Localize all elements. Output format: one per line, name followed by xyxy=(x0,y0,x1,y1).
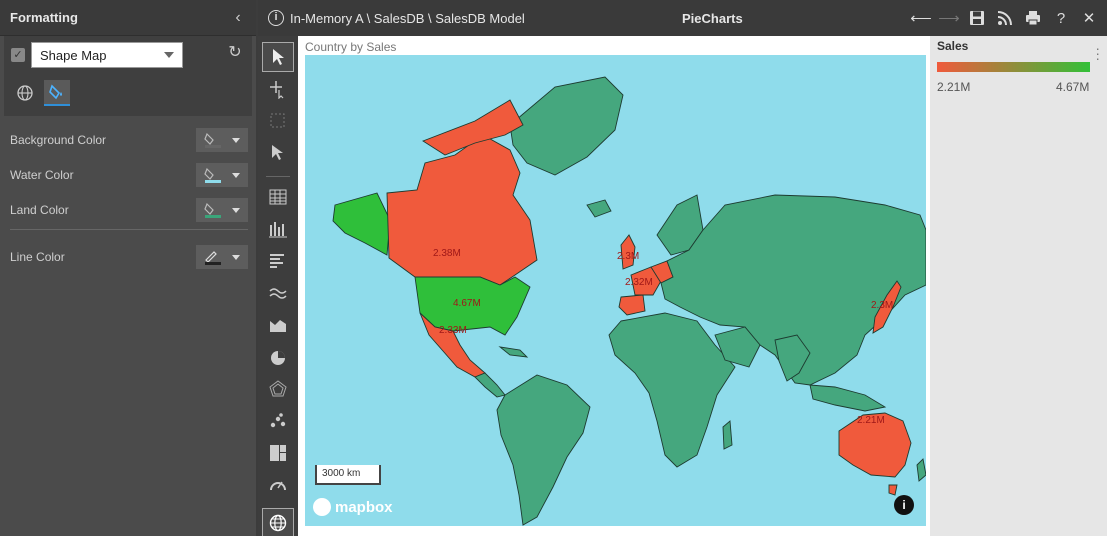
print-icon[interactable] xyxy=(1023,8,1043,28)
scale-bar: 3000 km xyxy=(315,465,381,485)
formatting-panel: Formatting ‹ ✓ Shape Map ↻ Background Co… xyxy=(0,0,256,536)
line-color-label: Line Color xyxy=(10,250,65,264)
background-color-picker[interactable] xyxy=(196,128,248,152)
map-label-usa: 4.67M xyxy=(453,298,481,309)
chevron-down-icon xyxy=(164,52,174,58)
chevron-down-icon xyxy=(232,207,240,213)
save-icon[interactable] xyxy=(967,8,987,28)
tab-paint-icon[interactable] xyxy=(44,80,70,106)
mapbox-icon xyxy=(313,498,331,516)
land-color-picker[interactable] xyxy=(196,198,248,222)
close-icon[interactable]: ✕ xyxy=(1079,8,1099,28)
area-chart-icon[interactable] xyxy=(262,310,294,340)
enable-checkbox[interactable]: ✓ xyxy=(11,48,25,62)
mapbox-logo: mapbox xyxy=(313,498,393,516)
chart-type-select[interactable]: Shape Map xyxy=(31,42,183,68)
south-america-shape xyxy=(496,374,591,526)
lasso-select-icon[interactable] xyxy=(262,106,294,136)
chart-type-area: ✓ Shape Map ↻ xyxy=(4,36,252,116)
divider xyxy=(266,176,290,177)
collapse-chevron-icon[interactable]: ‹ xyxy=(230,9,246,27)
spain-shape xyxy=(618,294,646,316)
page-title: PieCharts xyxy=(682,11,743,26)
paint-bucket-icon xyxy=(204,132,222,148)
canada-shape xyxy=(386,134,538,286)
pen-icon xyxy=(204,249,222,265)
chart-title: Country by Sales xyxy=(305,40,397,54)
reset-icon[interactable]: ↻ xyxy=(226,44,244,62)
tasmania-shape xyxy=(888,484,898,496)
radar-chart-icon[interactable] xyxy=(262,374,294,404)
treemap-icon[interactable] xyxy=(262,438,294,468)
chart-type-value: Shape Map xyxy=(40,47,107,63)
paint-bucket-icon xyxy=(204,202,222,218)
map-globe-icon[interactable] xyxy=(262,508,294,536)
map-label-australia: 2.21M xyxy=(857,415,885,426)
app-window: Formatting ‹ ✓ Shape Map ↻ Background Co… xyxy=(0,0,1107,536)
divider xyxy=(10,229,248,230)
rss-icon[interactable] xyxy=(995,8,1015,28)
background-color-label: Background Color xyxy=(10,133,107,147)
map-label-mexico: 2.33M xyxy=(439,325,467,336)
legend-title: Sales xyxy=(937,39,969,53)
formatting-title: Formatting xyxy=(10,10,78,25)
map-label-canada: 2.38M xyxy=(433,248,461,259)
select-pointer-icon[interactable] xyxy=(262,42,294,72)
scatter-chart-icon[interactable] xyxy=(262,406,294,436)
greenland-shape xyxy=(509,76,624,176)
world-map-svg xyxy=(332,76,926,526)
shape-map[interactable]: 2.38M 4.67M 2.33M 2.3M 2.32M 2.3M 2.21M … xyxy=(305,55,926,526)
legend-max: 4.67M xyxy=(1056,80,1090,94)
map-label-uk: 2.3M xyxy=(617,251,640,262)
line-color-picker[interactable] xyxy=(196,245,248,269)
column-chart-icon[interactable] xyxy=(262,214,294,244)
add-point-icon[interactable] xyxy=(262,74,294,104)
map-label-france: 2.32M xyxy=(625,277,653,288)
chevron-down-icon xyxy=(232,172,240,178)
line-chart-icon[interactable] xyxy=(262,278,294,308)
alaska-shape xyxy=(332,192,391,256)
iceland-shape xyxy=(586,199,612,218)
mapbox-attribution: mapbox xyxy=(335,498,393,516)
formatting-header: Formatting ‹ xyxy=(0,0,256,36)
visualization-toolbar xyxy=(258,36,298,536)
water-color-picker[interactable] xyxy=(196,163,248,187)
caribbean-shape xyxy=(498,346,529,358)
bar-chart-icon[interactable] xyxy=(262,246,294,276)
new-zealand-shape xyxy=(916,458,926,482)
legend-panel: Sales · · · 2.21M 4.67M xyxy=(930,36,1107,536)
tab-globe-icon[interactable] xyxy=(12,80,38,106)
background-color-row: Background Color xyxy=(10,128,248,152)
more-options-icon[interactable]: · · · xyxy=(1095,41,1100,65)
map-info-icon[interactable]: i xyxy=(894,495,914,515)
legend-min: 2.21M xyxy=(937,80,971,94)
water-color-row: Water Color xyxy=(10,163,248,187)
chevron-down-icon xyxy=(232,254,240,260)
indonesia-shape xyxy=(809,384,887,412)
pie-chart-icon[interactable] xyxy=(262,342,294,372)
info-icon[interactable]: i xyxy=(268,10,284,26)
chevron-down-icon xyxy=(232,137,240,143)
madagascar-shape xyxy=(722,420,733,450)
gauge-icon[interactable] xyxy=(262,470,294,500)
pointer-plus-icon[interactable] xyxy=(262,138,294,168)
back-arrow-icon[interactable]: ⟵ xyxy=(910,8,932,28)
legend-gradient xyxy=(937,62,1090,72)
water-color-label: Water Color xyxy=(10,168,74,182)
land-color-label: Land Color xyxy=(10,203,69,217)
dashboard-header: i In-Memory A \ SalesDB \ SalesDB Model … xyxy=(258,0,1107,36)
help-icon[interactable]: ? xyxy=(1051,8,1071,28)
chart-canvas: Country by Sales 2.38M 4.67M 2.33M 2.3M … xyxy=(298,36,930,536)
header-toolbar: ⟵ ⟶ ? ✕ xyxy=(910,0,1099,36)
map-label-japan: 2.3M xyxy=(871,300,894,311)
forward-arrow-icon[interactable]: ⟶ xyxy=(938,8,960,28)
breadcrumb: In-Memory A \ SalesDB \ SalesDB Model xyxy=(290,10,525,26)
line-color-row: Line Color xyxy=(10,245,248,269)
land-color-row: Land Color xyxy=(10,198,248,222)
table-chart-icon[interactable] xyxy=(262,182,294,212)
paint-bucket-icon xyxy=(204,167,222,183)
central-america-shape xyxy=(474,372,506,398)
